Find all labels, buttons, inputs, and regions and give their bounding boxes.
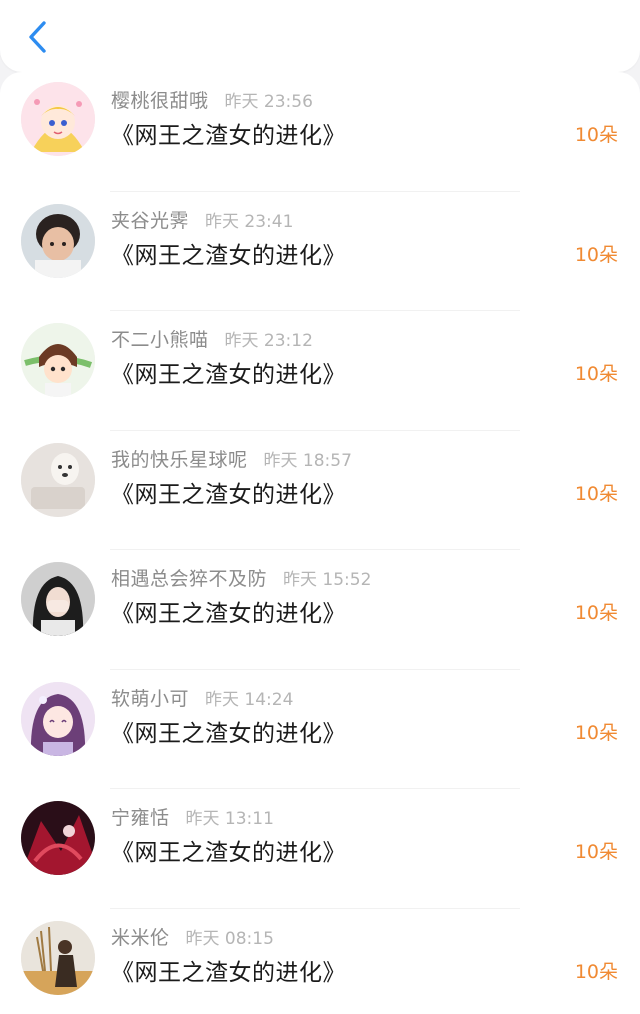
user-name: 米米伦 xyxy=(111,926,170,949)
avatar xyxy=(21,681,95,756)
user-name: 樱桃很甜哦 xyxy=(111,90,209,112)
book-title: 《网王之渣女的进化》 xyxy=(111,481,346,508)
timestamp: 昨天 13:11 xyxy=(185,809,274,829)
avatar xyxy=(21,323,95,397)
book-title: 《网王之渣女的进化》 xyxy=(111,959,346,986)
list-item[interactable]: 宁雍恬 昨天 13:11 《网王之渣女的进化》 10朵 xyxy=(0,789,640,909)
user-name: 软萌小可 xyxy=(111,687,190,710)
gift-amount: 10朵 xyxy=(574,363,618,385)
top-nav-bar xyxy=(0,0,640,72)
gift-amount: 10朵 xyxy=(574,841,618,863)
avatar xyxy=(21,801,95,875)
chevron-left-icon xyxy=(29,21,46,53)
list-item[interactable]: 米米伦 昨天 08:15 《网王之渣女的进化》 10朵 xyxy=(0,909,640,1014)
book-title: 《网王之渣女的进化》 xyxy=(111,720,346,747)
list-item[interactable]: 软萌小可 昨天 14:24 《网王之渣女的进化》 10朵 xyxy=(0,670,640,790)
avatar xyxy=(21,82,95,156)
book-title: 《网王之渣女的进化》 xyxy=(111,840,346,866)
timestamp: 昨天 14:24 xyxy=(205,689,294,710)
gift-amount: 10朵 xyxy=(574,721,618,744)
list-item[interactable]: 樱桃很甜哦 昨天 23:56 《网王之渣女的进化》 10朵 xyxy=(0,72,640,192)
book-title: 《网王之渣女的进化》 xyxy=(111,601,346,627)
list-item[interactable]: 夹谷光霁 昨天 23:41 《网王之渣女的进化》 10朵 xyxy=(0,192,640,312)
user-name: 夹谷光霁 xyxy=(111,209,190,232)
gift-amount: 10朵 xyxy=(574,124,618,146)
timestamp: 昨天 23:12 xyxy=(224,331,313,351)
gift-amount: 10朵 xyxy=(574,602,618,624)
book-title: 《网王之渣女的进化》 xyxy=(111,242,346,269)
timestamp: 昨天 23:41 xyxy=(205,211,294,232)
timestamp: 昨天 08:15 xyxy=(185,928,274,949)
avatar xyxy=(21,920,95,995)
avatar xyxy=(21,203,95,278)
avatar xyxy=(21,562,95,636)
list-item[interactable]: 相遇总会猝不及防 昨天 15:52 《网王之渣女的进化》 10朵 xyxy=(0,550,640,670)
book-title: 《网王之渣女的进化》 xyxy=(111,362,346,388)
user-name: 不二小熊喵 xyxy=(111,329,209,351)
gift-amount: 10朵 xyxy=(574,482,618,505)
user-name: 我的快乐星球呢 xyxy=(111,448,248,471)
avatar xyxy=(21,442,95,517)
gift-amount: 10朵 xyxy=(574,960,618,983)
timestamp: 昨天 23:56 xyxy=(224,92,313,112)
user-name: 相遇总会猝不及防 xyxy=(111,568,268,590)
user-name: 宁雍恬 xyxy=(111,807,170,829)
gift-record-list: 樱桃很甜哦 昨天 23:56 《网王之渣女的进化》 10朵 夹谷光霁 昨天 23:4… xyxy=(0,72,640,1014)
list-item[interactable]: 不二小熊喵 昨天 23:12 《网王之渣女的进化》 10朵 xyxy=(0,311,640,431)
gift-amount: 10朵 xyxy=(574,243,618,266)
timestamp: 昨天 15:52 xyxy=(283,570,372,590)
timestamp: 昨天 18:57 xyxy=(263,450,352,471)
back-button[interactable] xyxy=(18,16,58,58)
list-item[interactable]: 我的快乐星球呢 昨天 18:57 《网王之渣女的进化》 10朵 xyxy=(0,431,640,551)
book-title: 《网王之渣女的进化》 xyxy=(111,123,346,149)
